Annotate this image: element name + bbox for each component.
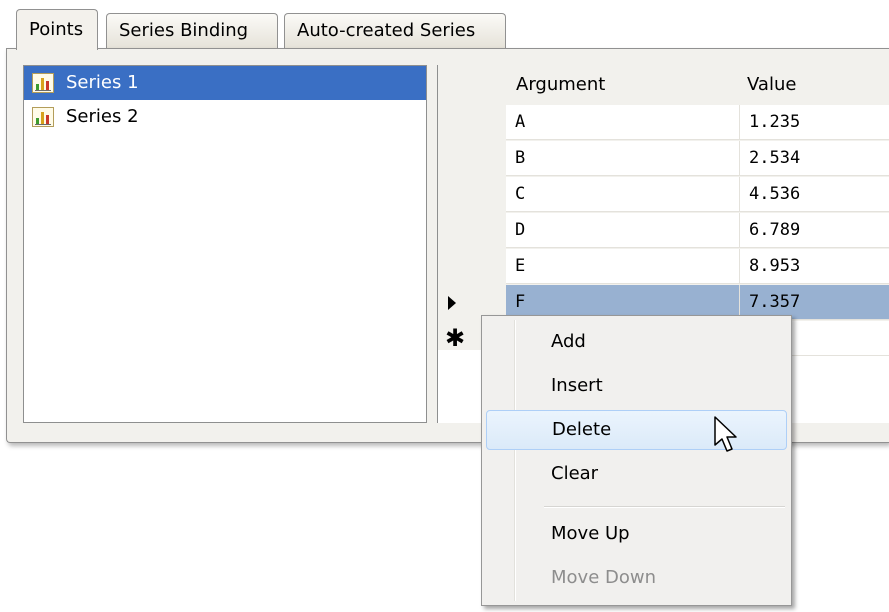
bar-chart-icon	[32, 107, 54, 127]
series-list[interactable]: Series 1 Series 2	[23, 65, 427, 423]
grid-header: Argument Value	[438, 65, 889, 105]
series-item-1[interactable]: Series 1	[24, 66, 426, 100]
tab-points[interactable]: Points	[16, 9, 98, 50]
argument-cell[interactable]: D	[506, 213, 740, 248]
argument-cell[interactable]: B	[506, 141, 740, 176]
menu-item-clear[interactable]: Clear	[486, 454, 787, 494]
series-item-label: Series 2	[66, 106, 139, 127]
row-indicator[interactable]	[438, 249, 506, 285]
screen: { "tabs": [ {"label": "Points", "active"…	[0, 0, 889, 612]
row-indicator[interactable]	[438, 141, 506, 177]
column-header-value[interactable]: Value	[747, 65, 796, 105]
row-indicator[interactable]	[438, 213, 506, 249]
menu-item-insert[interactable]: Insert	[486, 366, 787, 406]
tab-series-binding[interactable]: Series Binding	[106, 13, 278, 49]
table-row[interactable]: C 4.536	[438, 177, 889, 213]
value-cell[interactable]: 8.953	[740, 249, 889, 284]
tab-auto-created-series[interactable]: Auto-created Series	[284, 13, 506, 49]
column-header-argument[interactable]: Argument	[516, 65, 605, 105]
table-row[interactable]: B 2.534	[438, 141, 889, 177]
bar-chart-icon	[32, 73, 54, 93]
menu-item-add[interactable]: Add	[486, 322, 787, 362]
table-row[interactable]: D 6.789	[438, 213, 889, 249]
value-cell[interactable]: 1.235	[740, 105, 889, 140]
menu-item-move-down: Move Down	[551, 567, 656, 588]
argument-cell[interactable]: C	[506, 177, 740, 212]
focused-row-arrow-icon	[448, 296, 456, 310]
menu-separator	[544, 506, 785, 508]
row-indicator[interactable]	[438, 105, 506, 141]
mouse-cursor-icon	[714, 416, 737, 452]
context-menu: Add Insert Delete Clear Move Up Move Dow…	[481, 315, 792, 606]
menu-item-delete[interactable]: Delete	[486, 410, 787, 450]
argument-cell[interactable]: A	[506, 105, 740, 140]
value-cell[interactable]: 6.789	[740, 213, 889, 248]
value-cell[interactable]: 2.534	[740, 141, 889, 176]
new-row-asterisk-icon: ✱	[445, 324, 466, 352]
value-cell[interactable]: 4.536	[740, 177, 889, 212]
row-indicator[interactable]	[438, 177, 506, 213]
table-row[interactable]: A 1.235	[438, 105, 889, 141]
table-row[interactable]: E 8.953	[438, 249, 889, 285]
menu-item-move-up[interactable]: Move Up	[486, 514, 787, 554]
series-item-label: Series 1	[66, 72, 139, 93]
series-item-2[interactable]: Series 2	[24, 100, 426, 134]
argument-cell[interactable]: E	[506, 249, 740, 284]
